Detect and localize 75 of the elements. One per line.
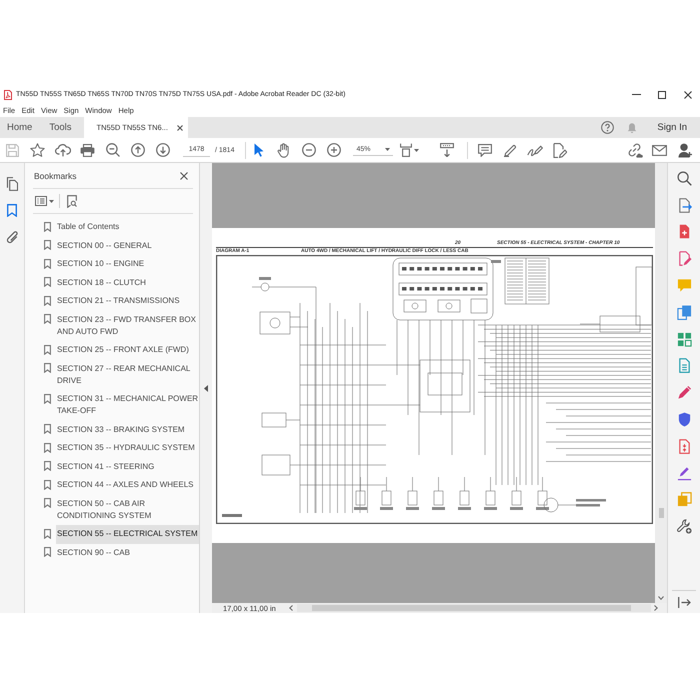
bookmark-item[interactable]: SECTION 50 -- CAB AIR CONDITIONING SYSTEM (56, 494, 199, 525)
tab[interactable]: Home (0, 117, 40, 138)
maximize-icon[interactable] (658, 90, 666, 98)
bookmark-item[interactable]: SECTION 90 -- CAB (56, 544, 199, 562)
bookmark-item[interactable]: SECTION 33 -- BRAKING SYSTEM (56, 420, 199, 439)
bookmark-item[interactable]: SECTION 18 -- CLUTCH (56, 274, 199, 292)
magnifier-minus-icon[interactable] (106, 143, 120, 157)
document-pencil-icon[interactable] (676, 251, 692, 266)
scrollbar-thumb[interactable] (658, 508, 664, 518)
tab[interactable]: Tools (42, 117, 79, 138)
speech-bubble-icon[interactable] (478, 144, 492, 156)
close-icon[interactable] (180, 172, 188, 180)
arrow-up-circle-icon[interactable] (130, 143, 144, 157)
page-scroll-icon[interactable] (440, 143, 454, 157)
envelope-icon[interactable] (652, 144, 667, 156)
plus-circle-icon[interactable] (326, 143, 341, 157)
bookmark-icon[interactable] (7, 204, 17, 217)
document-pen-icon[interactable] (552, 142, 568, 158)
scrollbar-thumb[interactable] (312, 605, 631, 611)
minus-circle-icon[interactable] (302, 143, 316, 157)
paperclip-icon[interactable] (6, 231, 18, 244)
bookmark-item[interactable]: SECTION 31 -- MECHANICAL POWER TAKE-OFF (56, 390, 199, 420)
close-icon[interactable] (176, 124, 183, 130)
close-icon[interactable] (684, 90, 692, 98)
document-arrows-icon[interactable] (676, 438, 692, 454)
stacked-documents-icon[interactable] (676, 304, 692, 320)
chevron-left-icon[interactable] (288, 605, 293, 611)
caret-icon[interactable] (49, 200, 54, 202)
bookmark-item[interactable]: SECTION 00 -- GENERAL (56, 236, 199, 255)
star-icon[interactable] (30, 143, 45, 157)
bookmark-item[interactable]: SECTION 55 -- ELECTRICAL SYSTEM (56, 525, 199, 544)
horizontal-scrollbar[interactable] (296, 604, 651, 612)
bookmark-item[interactable]: SECTION 25 -- FRONT AXLE (FWD) (56, 341, 199, 360)
wrench-plus-icon[interactable] (676, 519, 692, 534)
arrow-right-bar-icon[interactable] (678, 596, 690, 608)
minimize-icon[interactable] (632, 94, 640, 95)
document-arrow-icon[interactable] (676, 198, 692, 213)
panel-title: Bookmarks (34, 170, 77, 180)
pen-line-icon[interactable] (676, 466, 692, 481)
bookmark-item[interactable]: SECTION 44 -- AXLES AND WHEELS (56, 476, 199, 494)
bookmark-item[interactable]: SECTION 35 -- HYDRAULIC SYSTEM (56, 439, 199, 458)
list-options-icon[interactable] (35, 196, 47, 206)
page-grid-icon[interactable] (676, 332, 692, 347)
caret-icon[interactable] (414, 148, 420, 152)
pdf-file-icon (4, 90, 12, 100)
hand-icon[interactable] (277, 142, 290, 158)
triangle-icon[interactable] (204, 384, 208, 392)
chevron-down-icon[interactable] (658, 596, 664, 600)
pen-icon[interactable] (676, 385, 692, 400)
help-icon[interactable] (601, 121, 614, 134)
link-icon[interactable] (626, 142, 642, 158)
bookmark-item[interactable]: SECTION 21 -- TRANSMISSIONS (56, 292, 199, 310)
bookmark-item[interactable]: SECTION 23 -- FWD TRANSFER BOX AND AUTO FWD (56, 310, 199, 341)
cloud-upload-icon[interactable] (54, 144, 70, 156)
bookmark-item[interactable]: Table of Contents (56, 218, 199, 236)
chevron-right-icon[interactable] (654, 605, 658, 611)
bookmark-icon[interactable] (44, 394, 51, 404)
vertical-scrollbar[interactable] (655, 163, 667, 603)
bookmark-item[interactable]: SECTION 27 -- REAR MECHANICAL DRIVE (56, 360, 199, 390)
sign-in-button[interactable]: Sign In (657, 122, 687, 133)
pages-icon[interactable] (6, 176, 18, 190)
user-plus-icon[interactable] (678, 142, 692, 158)
pen-signature-icon[interactable] (526, 143, 543, 157)
document-lines-icon[interactable] (676, 358, 692, 374)
bookmark-item[interactable]: SECTION 41 -- STEERING (56, 458, 199, 476)
page-fit-icon[interactable] (400, 143, 412, 157)
cursor-arrow-icon[interactable] (254, 143, 264, 157)
shield-icon[interactable] (676, 412, 692, 428)
bookmark-item[interactable]: SECTION 10 -- ENGINE (56, 255, 199, 274)
caret-icon[interactable] (385, 148, 390, 151)
search-icon[interactable] (676, 170, 692, 186)
highlighter-icon[interactable] (502, 143, 517, 157)
bookmark-search-icon[interactable] (67, 194, 77, 208)
printer-icon[interactable] (80, 144, 95, 156)
arrow-down-circle-icon[interactable] (156, 143, 170, 157)
